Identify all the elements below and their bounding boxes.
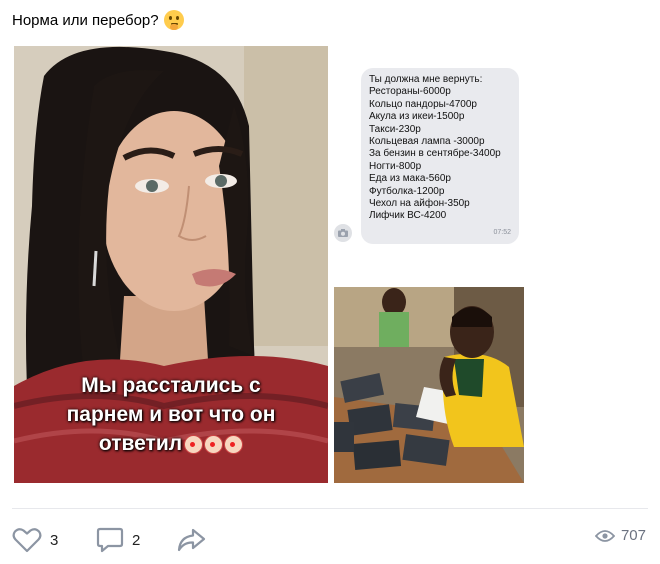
clown-face-icon bbox=[184, 434, 204, 454]
clown-emojis bbox=[184, 434, 244, 454]
views-counter: 707 bbox=[594, 527, 646, 544]
caption-line-1: Мы расстались с bbox=[81, 374, 261, 397]
post-text-label: Норма или перебор? bbox=[12, 11, 159, 29]
heart-icon bbox=[12, 528, 42, 553]
photo-kid-illustration bbox=[334, 287, 524, 483]
clown-face-icon bbox=[224, 434, 244, 454]
chat-line: Еда из мака-560р bbox=[369, 173, 451, 185]
share-arrow-icon bbox=[177, 528, 206, 552]
chat-line: Кольцевая лампа -3000р bbox=[369, 136, 485, 148]
photo-main[interactable]: Мы расстались с парнем и вот что он отве… bbox=[14, 46, 328, 483]
chat-line: Такси-230р bbox=[369, 123, 421, 135]
clown-face-icon bbox=[204, 434, 224, 454]
chat-time: 07:52 bbox=[493, 228, 511, 236]
camera-icon bbox=[334, 224, 352, 242]
chat-line: Акула из икеи-1500р bbox=[369, 111, 465, 123]
chat-line: Лифчик ВС-4200 bbox=[369, 210, 447, 222]
chat-line: Ты должна мне вернуть: bbox=[369, 74, 483, 85]
like-button[interactable]: 3 bbox=[12, 527, 58, 553]
comment-count: 2 bbox=[132, 531, 141, 549]
photo-kid-calculators[interactable] bbox=[334, 287, 524, 483]
like-count: 3 bbox=[50, 531, 59, 549]
caption-line-2: парнем и вот что он bbox=[66, 403, 276, 426]
chat-line: Чехол на айфон-350р bbox=[369, 198, 470, 210]
comment-icon bbox=[96, 527, 124, 553]
thinking-face-icon bbox=[163, 10, 184, 30]
footer-divider bbox=[12, 508, 648, 509]
photo-caption: Мы расстались с парнем и вот что он отве… bbox=[14, 371, 328, 458]
post-text: Норма или перебор? bbox=[12, 10, 184, 30]
comment-button[interactable]: 2 bbox=[96, 527, 140, 553]
views-count: 707 bbox=[620, 527, 646, 544]
photo-chat-screenshot[interactable]: Ты должна мне вернуть: Рестораны-6000р К… bbox=[334, 46, 524, 280]
chat-line: За бензин в сентябре-3400р bbox=[369, 148, 501, 160]
chat-line: Кольцо пандоры-4700р bbox=[369, 98, 477, 110]
chat-message-bubble: Ты должна мне вернуть: Рестораны-6000р К… bbox=[361, 68, 519, 244]
caption-line-3-wrap: ответил bbox=[14, 429, 328, 458]
chat-line: Рестораны-6000р bbox=[369, 86, 451, 98]
caption-line-3: ответил bbox=[98, 432, 183, 455]
chat-line: Футболка-1200р bbox=[369, 185, 445, 197]
eye-icon bbox=[594, 529, 615, 542]
chat-line: Ногти-800р bbox=[369, 160, 422, 172]
share-button[interactable] bbox=[176, 527, 206, 553]
post-footer: 3 2 707 bbox=[12, 527, 646, 555]
